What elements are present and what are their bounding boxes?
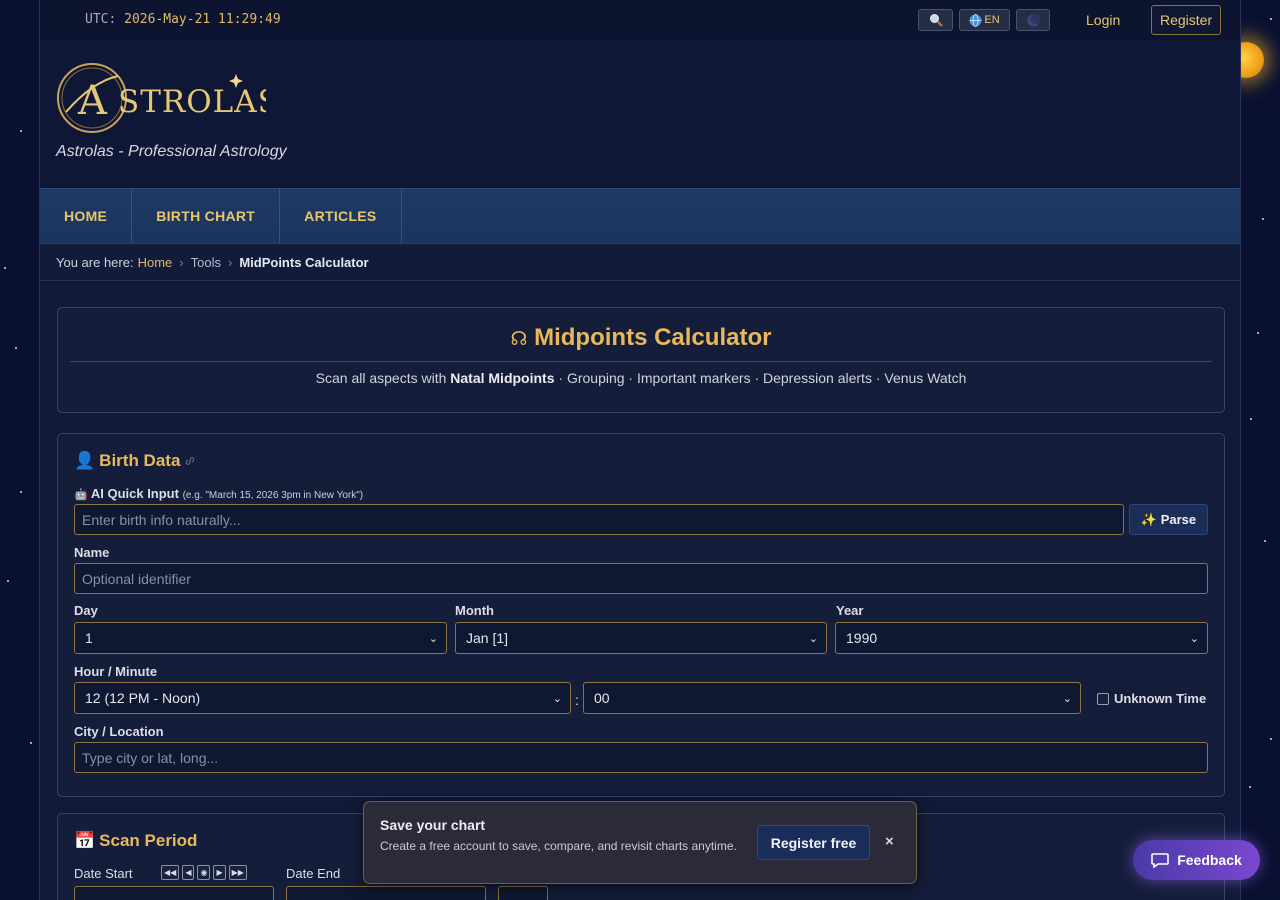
- time-separator: :: [575, 692, 579, 708]
- birth-data-card: 👤 Birth Data 🤖 AI Quick Input (e.g. "Mar…: [57, 433, 1225, 797]
- chat-bubble-icon: [1151, 853, 1170, 868]
- page-title: ☊ Midpoints Calculator: [510, 324, 772, 351]
- unknown-time-toggle[interactable]: Unknown Time: [1097, 691, 1206, 706]
- nav-birth-chart[interactable]: BIRTH CHART: [132, 189, 281, 243]
- page-container: UTC: 2026-May-21 11:29:49 EN Login Regis…: [39, 0, 1241, 900]
- year-label: Year: [836, 603, 864, 618]
- chevron-down-icon: ⌄: [428, 632, 438, 645]
- page-description: Scan all aspects with Natal Midpoints · …: [315, 370, 967, 386]
- city-input[interactable]: Type city or lat, long...: [74, 742, 1208, 773]
- top-bar: UTC: 2026-May-21 11:29:49 EN Login Regis…: [40, 0, 1240, 40]
- breadcrumb-current: MidPoints Calculator: [239, 254, 369, 270]
- breadcrumb-prefix: You are here:: [56, 254, 134, 270]
- parse-button[interactable]: ✨ Parse: [1129, 504, 1208, 535]
- main-nav: HOME BIRTH CHART ARTICLES: [40, 188, 1240, 244]
- date-stepper: ◀◀ ◀ ◉ ▶ ▶▶: [161, 865, 247, 880]
- date-start-label: Date Start: [74, 866, 133, 881]
- chevron-down-icon: ⌄: [552, 692, 562, 705]
- chevron-down-icon: ⌄: [808, 632, 818, 645]
- theme-toggle-button[interactable]: [1016, 9, 1050, 31]
- city-label: City / Location: [74, 724, 164, 739]
- name-input[interactable]: Optional identifier: [74, 563, 1208, 594]
- year-select[interactable]: 1990 ⌄: [835, 622, 1208, 654]
- scan-period-heading: 📅 Scan Period: [74, 831, 198, 850]
- hour-minute-label: Hour / Minute: [74, 664, 158, 679]
- top-icon-group: EN: [918, 9, 1050, 31]
- birth-data-heading: 👤 Birth Data: [74, 451, 196, 471]
- feedback-button[interactable]: Feedback: [1133, 840, 1260, 880]
- date-end-label: Date End: [286, 866, 341, 881]
- link-icon[interactable]: [184, 455, 196, 467]
- toast-title: Save your chart: [380, 817, 486, 833]
- calculator-title-card: ☊ Midpoints Calculator Scan all aspects …: [57, 307, 1225, 413]
- node-symbol-icon: ☊: [510, 329, 528, 350]
- step-forward-button[interactable]: ▶: [213, 865, 226, 880]
- chevron-down-icon: ⌄: [1062, 692, 1072, 705]
- search-button[interactable]: [918, 9, 953, 31]
- date-end-input[interactable]: [286, 886, 486, 900]
- globe-icon: [969, 13, 982, 27]
- name-label: Name: [74, 545, 110, 560]
- toast-body: Create a free account to save, compare, …: [380, 839, 737, 853]
- language-label: EN: [984, 14, 1000, 26]
- ai-input-label: 🤖 AI Quick Input (e.g. "March 15, 2026 3…: [74, 486, 364, 501]
- nav-home[interactable]: HOME: [40, 189, 133, 243]
- step-back-fast-button[interactable]: ◀◀: [161, 865, 180, 880]
- breadcrumb-home[interactable]: Home: [138, 255, 173, 270]
- person-icon: 👤: [74, 451, 96, 470]
- date-start-input[interactable]: [74, 886, 274, 900]
- step-today-button[interactable]: ◉: [197, 865, 211, 880]
- day-label: Day: [74, 603, 98, 618]
- utc-time: 2026-May-21 11:29:49: [124, 12, 281, 27]
- site-header: A STROLAS Astrolas - Professional Astrol…: [40, 40, 1240, 188]
- moon-icon: [1027, 13, 1040, 26]
- step-back-button[interactable]: ◀: [182, 865, 195, 880]
- register-button[interactable]: Register: [1151, 5, 1222, 35]
- save-chart-toast: Save your chart Create a free account to…: [363, 801, 917, 884]
- calendar-icon: 📅: [74, 831, 96, 850]
- step-forward-fast-button[interactable]: ▶▶: [228, 865, 247, 880]
- unknown-time-checkbox[interactable]: [1097, 692, 1109, 705]
- svg-text:A: A: [77, 78, 108, 124]
- nav-articles[interactable]: ARTICLES: [280, 189, 402, 243]
- robot-icon: 🤖: [74, 489, 88, 501]
- login-link[interactable]: Login: [1086, 12, 1120, 28]
- site-tagline: Astrolas - Professional Astrology: [56, 143, 287, 160]
- search-icon: [929, 14, 943, 27]
- breadcrumb-separator: ›: [179, 254, 184, 270]
- breadcrumb-tools[interactable]: Tools: [191, 255, 221, 270]
- month-label: Month: [455, 603, 494, 618]
- title-divider: [70, 361, 1212, 362]
- close-icon[interactable]: ×: [885, 833, 894, 850]
- month-select[interactable]: Jan [1] ⌄: [455, 622, 827, 654]
- breadcrumb: You are here: Home › Tools › MidPoints C…: [40, 244, 1240, 281]
- utc-clock: UTC: 2026-May-21 11:29:49: [85, 12, 281, 27]
- minute-select[interactable]: 00 ⌄: [583, 682, 1081, 714]
- chevron-down-icon: ⌄: [1189, 632, 1199, 645]
- breadcrumb-separator: ›: [227, 254, 233, 270]
- register-free-button[interactable]: Register free: [757, 825, 870, 860]
- language-button[interactable]: EN: [959, 9, 1010, 31]
- astrolas-logo[interactable]: A STROLAS: [56, 62, 266, 137]
- svg-text:STROLAS: STROLAS: [118, 84, 266, 120]
- day-select[interactable]: 1 ⌄: [74, 622, 447, 654]
- hour-select[interactable]: 12 (12 PM - Noon) ⌄: [74, 682, 571, 714]
- ai-quick-input[interactable]: Enter birth info naturally...: [74, 504, 1124, 535]
- step-count-input[interactable]: [498, 886, 548, 900]
